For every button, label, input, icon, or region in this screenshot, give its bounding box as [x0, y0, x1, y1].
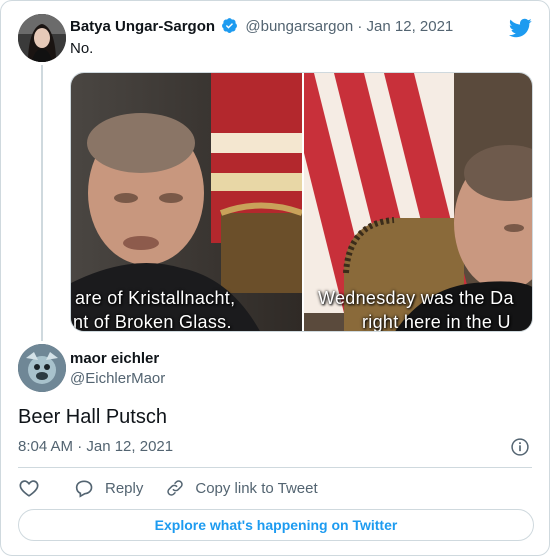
- thread-connector-line: [41, 65, 43, 341]
- reply-author-handle[interactable]: @EichlerMaor: [70, 369, 165, 389]
- parent-tweet-text: No.: [70, 40, 94, 57]
- media-image-left[interactable]: are of Kristallnacht, nt of Broken Glass…: [71, 73, 302, 332]
- copy-link-label: Copy link to Tweet: [195, 479, 318, 497]
- reply-author-avatar[interactable]: [18, 344, 66, 392]
- parent-tweet-media[interactable]: are of Kristallnacht, nt of Broken Glass…: [70, 72, 533, 332]
- twitter-bird-icon[interactable]: [508, 16, 532, 45]
- subtitle-left-line1: are of Kristallnacht,: [75, 288, 236, 308]
- subtitle-right-line1: Wednesday was the Da: [318, 288, 514, 308]
- like-button[interactable]: [18, 477, 40, 499]
- parent-author-name[interactable]: Batya Ungar-Sargon: [70, 18, 215, 35]
- embedded-tweet-card: Batya Ungar-Sargon @bungarsargon · Jan 1…: [0, 0, 550, 556]
- reply-tweet-text: Beer Hall Putsch: [18, 406, 167, 428]
- copy-link-button[interactable]: Copy link to Tweet: [165, 478, 318, 498]
- parent-tweet-header: Batya Ungar-Sargon @bungarsargon · Jan 1…: [70, 17, 453, 40]
- parent-author-handle[interactable]: @bungarsargon: [245, 18, 353, 35]
- parent-author-avatar[interactable]: [18, 14, 66, 62]
- reply-button[interactable]: Reply: [73, 477, 143, 499]
- heart-icon: [18, 477, 40, 499]
- verified-badge-icon: [221, 17, 238, 40]
- actions-divider: [18, 467, 532, 468]
- reply-bubble-icon: [73, 477, 95, 499]
- reply-label: Reply: [105, 479, 144, 497]
- explore-twitter-button[interactable]: Explore what's happening on Twitter: [18, 509, 534, 541]
- parent-tweet-date[interactable]: Jan 12, 2021: [367, 18, 454, 35]
- info-icon[interactable]: [510, 437, 530, 462]
- reply-author-name[interactable]: maor eichler: [70, 349, 159, 369]
- subtitle-right-line2: right here in the U: [362, 312, 511, 332]
- media-image-right[interactable]: Wednesday was the Da right here in the U: [304, 73, 532, 332]
- tweet-actions: Reply Copy link to Tweet: [18, 477, 318, 499]
- reply-timestamp[interactable]: 8:04 AM · Jan 12, 2021: [18, 437, 173, 457]
- header-separator: ·: [357, 18, 363, 35]
- link-icon: [165, 478, 185, 498]
- subtitle-left-line2: nt of Broken Glass.: [73, 312, 232, 332]
